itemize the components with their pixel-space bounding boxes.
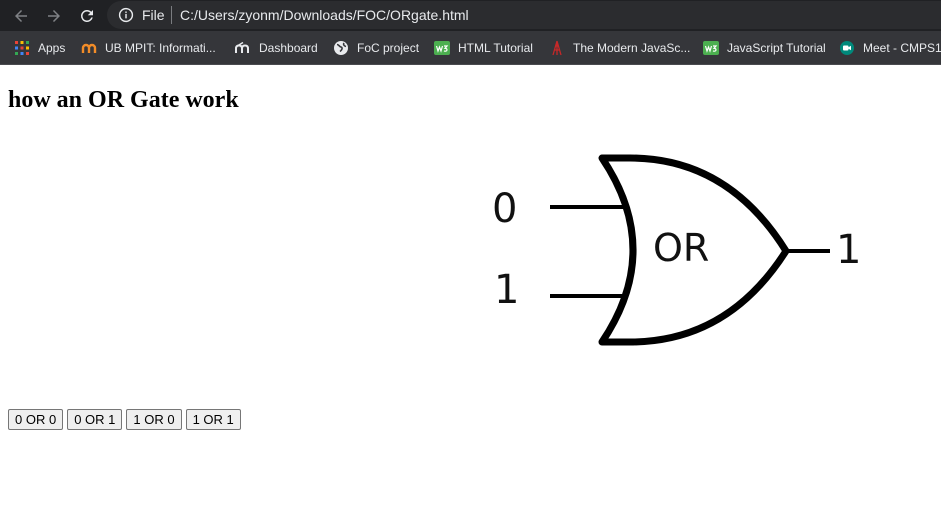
bookmarks-bar: Apps UB MPIT: Informati... Dashboard FoC… — [0, 31, 941, 65]
bookmark-label: Dashboard — [259, 40, 318, 55]
bookmark-foc-project[interactable]: FoC project — [333, 31, 419, 64]
w3schools-icon — [434, 40, 450, 56]
btn-0-or-1[interactable]: 0 OR 1 — [67, 409, 123, 430]
info-icon[interactable] — [117, 6, 135, 24]
globe-icon — [333, 40, 349, 56]
bookmark-ub-mpit[interactable]: UB MPIT: Informati... — [81, 31, 216, 64]
bookmark-apps[interactable]: Apps — [14, 31, 65, 64]
input-a-value: 0 — [492, 186, 518, 232]
or-gate-diagram: 0 1 OR 1 — [478, 140, 878, 360]
reload-icon — [80, 9, 93, 22]
bookmark-label: UB MPIT: Informati... — [105, 40, 216, 55]
address-bar[interactable]: File C:/Users/zyonm/Downloads/FOC/ORgate… — [107, 1, 941, 29]
btn-1-or-0[interactable]: 1 OR 0 — [126, 409, 182, 430]
bookmark-label: FoC project — [357, 40, 420, 55]
url-text[interactable]: C:/Users/zyonm/Downloads/FOC/ORgate.html — [180, 7, 469, 23]
bookmark-label: The Modern JavaSc... — [573, 40, 691, 55]
bookmark-html-tutorial[interactable]: HTML Tutorial — [434, 31, 533, 64]
bookmark-label: Apps — [38, 40, 66, 55]
ub-logo-icon — [81, 40, 97, 56]
input-buttons: 0 OR 0 0 OR 1 1 OR 0 1 OR 1 — [8, 409, 241, 430]
meet-icon — [839, 40, 855, 56]
input-b-value: 1 — [494, 267, 520, 313]
back-button[interactable] — [9, 4, 33, 28]
output-value: 1 — [836, 227, 862, 273]
bookmark-dashboard[interactable]: Dashboard — [235, 31, 318, 64]
moodle-icon — [235, 40, 251, 56]
btn-1-or-1[interactable]: 1 OR 1 — [185, 409, 241, 430]
apps-grid-icon — [14, 40, 30, 56]
forward-arrow-icon — [48, 10, 60, 22]
address-separator — [171, 6, 172, 24]
bookmark-label: Meet - CMPS1 — [863, 40, 941, 55]
btn-0-or-0[interactable]: 0 OR 0 — [8, 409, 64, 430]
browser-toolbar: File C:/Users/zyonm/Downloads/FOC/ORgate… — [0, 0, 941, 31]
page-title: how an OR Gate work — [8, 87, 239, 113]
bookmark-label: JavaScript Tutorial — [727, 40, 826, 55]
back-arrow-icon — [15, 10, 27, 22]
bookmark-label: HTML Tutorial — [458, 40, 533, 55]
w3schools-icon — [703, 40, 719, 56]
forward-button[interactable] — [42, 4, 66, 28]
bookmark-modern-javascript[interactable]: The Modern JavaSc... — [549, 31, 690, 64]
file-scheme-label: File — [142, 7, 165, 23]
bookmark-meet[interactable]: Meet - CMPS1 — [839, 31, 941, 64]
bookmark-javascript-tutorial[interactable]: JavaScript Tutorial — [703, 31, 826, 64]
tower-icon — [549, 40, 565, 56]
reload-button[interactable] — [75, 4, 99, 28]
gate-type-label: OR — [653, 226, 710, 270]
